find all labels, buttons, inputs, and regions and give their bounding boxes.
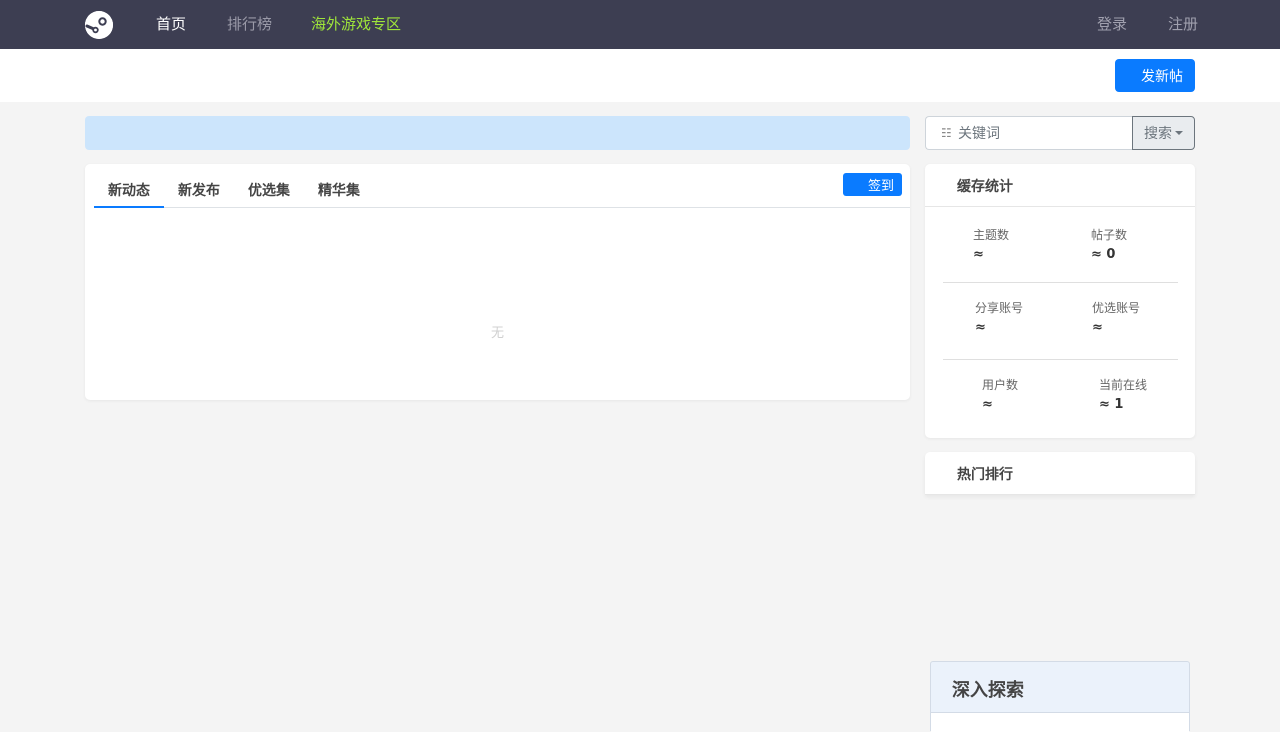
stat-label: 主题数 <box>973 228 1010 242</box>
top-navbar: 首页 排行榜 海外游戏专区 登录 注册 <box>0 0 1280 49</box>
cache-stats-card: 缓存统计 主题数 ≈ 帖子数 ≈ 0 分享账号 ≈ 优选账号 ≈ 用户数 ≈ 当… <box>925 164 1195 438</box>
stat-shared-accounts: 分享账号 ≈ <box>975 300 1023 336</box>
login-link[interactable]: 登录 <box>1097 15 1127 33</box>
stat-label: 分享账号 <box>975 301 1024 315</box>
tab-latest[interactable]: 新动态 <box>94 164 164 208</box>
search-button-label: 搜索 <box>1144 126 1172 142</box>
tab-new-release[interactable]: 新发布 <box>164 164 234 208</box>
nav-ranking-link[interactable]: 排行榜 <box>227 15 272 33</box>
new-post-button[interactable]: 发新帖 <box>1115 59 1195 92</box>
stat-label: 帖子数 <box>1091 228 1128 242</box>
stat-value: ≈ <box>973 247 984 262</box>
feed-card: 新动态 新发布 优选集 精华集 签到 无 <box>85 164 910 400</box>
search-dropdown-button[interactable]: 搜索 <box>1132 116 1195 150</box>
explore-card: 深入探索 <box>930 661 1190 732</box>
tab-featured[interactable]: 优选集 <box>234 164 304 208</box>
explore-title: 深入探索 <box>952 680 1024 701</box>
nav-overseas-games-link[interactable]: 海外游戏专区 <box>311 15 401 33</box>
stat-users: 用户数 ≈ <box>982 377 1018 413</box>
stat-value: ≈ <box>975 320 986 335</box>
stat-posts: 帖子数 ≈ 0 <box>1091 227 1127 263</box>
tab-essence[interactable]: 精华集 <box>304 164 374 208</box>
steam-logo-icon[interactable] <box>85 11 113 39</box>
stat-online-now: 当前在线 ≈ 1 <box>1099 377 1147 413</box>
card-title: 热门排行 <box>957 467 1013 483</box>
stat-label: 当前在线 <box>1099 378 1148 392</box>
stat-value: ≈ 1 <box>1099 397 1124 412</box>
hot-ranking-card: 热门排行 <box>925 452 1195 495</box>
stat-label: 用户数 <box>982 378 1019 392</box>
stat-topics: 主题数 ≈ <box>973 227 1009 263</box>
search-input[interactable] <box>958 124 1128 144</box>
card-header: 缓存统计 <box>925 164 1195 207</box>
stat-featured-accounts: 优选账号 ≈ <box>1092 300 1140 336</box>
empty-state-text: 无 <box>491 326 505 341</box>
notice-bar <box>85 116 910 150</box>
checkin-button[interactable]: 签到 <box>843 173 902 196</box>
register-link[interactable]: 注册 <box>1168 15 1198 33</box>
stat-value: ≈ 0 <box>1091 247 1116 262</box>
divider <box>943 282 1178 283</box>
caret-down-icon <box>1175 131 1183 135</box>
subheader-bar: 发新帖 <box>0 49 1280 102</box>
feed-tabs: 新动态 新发布 优选集 精华集 签到 <box>94 164 910 208</box>
stat-label: 优选账号 <box>1092 301 1141 315</box>
divider <box>943 359 1178 360</box>
explore-body <box>931 712 1189 732</box>
stat-value: ≈ <box>982 397 993 412</box>
stat-value: ≈ <box>1092 320 1103 335</box>
grid-icon: ☷ <box>941 126 952 140</box>
search-box: ☷ <box>925 116 1133 150</box>
nav-home-link[interactable]: 首页 <box>156 15 186 33</box>
card-title: 缓存统计 <box>957 179 1013 195</box>
